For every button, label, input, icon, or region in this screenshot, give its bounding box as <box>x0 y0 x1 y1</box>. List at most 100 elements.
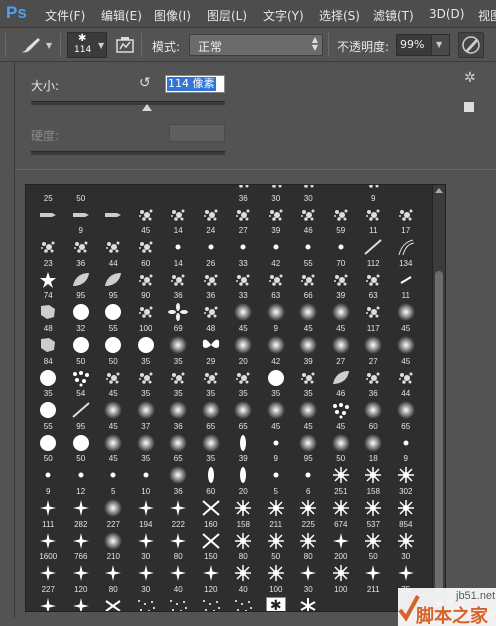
menu-view[interactable]: 视图 <box>478 7 496 24</box>
brush-tip-item[interactable]: 50 <box>65 334 98 367</box>
brush-tip-item[interactable]: 55 <box>32 399 65 432</box>
brush-tip-item[interactable]: 158 <box>357 464 390 497</box>
brush-tip-item[interactable]: 35 <box>162 334 195 367</box>
brush-tip-item[interactable]: 24 <box>195 204 228 237</box>
brush-tip-item[interactable]: 46 <box>325 367 358 400</box>
brush-tip-item[interactable]: 766 <box>65 530 98 563</box>
brush-tip-item[interactable]: 17 <box>390 204 423 237</box>
brush-tip-item[interactable]: 5 <box>260 464 293 497</box>
brush-tip-item[interactable]: 100 <box>130 301 163 334</box>
brush-tip-item[interactable]: 302 <box>390 464 423 497</box>
brush-tip-item[interactable]: 225 <box>292 497 325 530</box>
brush-tip-item[interactable]: 9 <box>260 432 293 465</box>
brush-tip-item[interactable]: 39 <box>292 334 325 367</box>
brush-tip-item[interactable]: 46 <box>292 204 325 237</box>
brush-tip-item[interactable]: 65 <box>227 399 260 432</box>
brush-tip-item[interactable]: 36 <box>65 236 98 269</box>
brush-tip-item[interactable]: 120 <box>65 562 98 595</box>
brush-tip-item[interactable]: 211 <box>260 497 293 530</box>
brush-tip-item[interactable]: 35 <box>227 367 260 400</box>
brush-tip-item[interactable]: 140 <box>195 595 228 611</box>
brush-tip-item[interactable]: 158 <box>227 497 260 530</box>
brush-tip-item[interactable]: 84 <box>32 334 65 367</box>
opacity-input[interactable]: 99% <box>396 34 432 56</box>
brush-tip-item[interactable]: 23 <box>32 236 65 269</box>
brush-tip-item[interactable]: 27 <box>325 334 358 367</box>
brush-tip-item[interactable]: 45 <box>227 301 260 334</box>
brush-tip-item[interactable]: 674 <box>325 497 358 530</box>
brush-tip-item[interactable]: 35 <box>130 334 163 367</box>
brush-tip-item[interactable]: 300 <box>130 595 163 611</box>
brush-tip-item[interactable]: 11 <box>357 204 390 237</box>
brush-tip-item[interactable]: 111 <box>32 497 65 530</box>
brush-tip-item[interactable]: 90 <box>130 269 163 302</box>
brush-tip-item[interactable]: 36 <box>162 399 195 432</box>
brush-tip-item[interactable]: 160 <box>97 595 130 611</box>
brush-tip-item[interactable]: 150 <box>195 530 228 563</box>
brush-tip-item[interactable]: 65 <box>162 432 195 465</box>
brush-tip-item[interactable]: 40 <box>227 562 260 595</box>
brush-tip-item[interactable]: 48 <box>195 301 228 334</box>
brush-tip-item[interactable]: 95 <box>292 432 325 465</box>
brush-tip-item[interactable]: 40 <box>227 595 260 611</box>
brush-tip-item[interactable]: 95 <box>65 269 98 302</box>
brush-tip-item[interactable]: 45 <box>325 301 358 334</box>
brush-tip-item[interactable]: 45 <box>260 399 293 432</box>
brush-tip-item[interactable]: 36 <box>227 185 260 204</box>
brush-tip-item[interactable]: 42 <box>260 236 293 269</box>
brush-tip-item[interactable]: 63 <box>260 269 293 302</box>
brush-tip-item[interactable]: 44 <box>97 236 130 269</box>
brush-tip-item[interactable]: 27 <box>357 334 390 367</box>
brush-tip-item[interactable]: 80 <box>162 530 195 563</box>
brush-tip-item[interactable]: 55 <box>97 301 130 334</box>
brush-panel-toggle-icon[interactable] <box>116 37 134 53</box>
brush-tip-item[interactable]: 36 <box>357 367 390 400</box>
brush-tip-item[interactable]: 70 <box>325 236 358 269</box>
brush-tip-item[interactable]: 20 <box>227 334 260 367</box>
reset-size-icon[interactable]: ↺ <box>139 75 151 91</box>
brush-tip-item[interactable]: 20 <box>227 464 260 497</box>
new-preset-icon[interactable] <box>464 102 474 112</box>
brush-tip-item[interactable]: 45 <box>292 301 325 334</box>
brush-tip-item[interactable]: 854 <box>390 497 423 530</box>
brush-tip-item[interactable]: 251 <box>325 464 358 497</box>
brush-tip-item[interactable]: 66 <box>292 269 325 302</box>
brush-tip-item[interactable]: 45 <box>97 399 130 432</box>
brush-tip-item[interactable]: 95 <box>97 269 130 302</box>
brush-tip-item[interactable]: 100 <box>260 562 293 595</box>
brush-tip-item[interactable]: 80 <box>227 530 260 563</box>
brush-tip-item[interactable]: 9 <box>65 204 98 237</box>
size-input[interactable]: 114 像素 <box>165 75 225 93</box>
brush-tip-item[interactable]: 63 <box>357 269 390 302</box>
brush-tip-item[interactable]: 9 <box>357 185 390 204</box>
brush-tip-item[interactable]: 50 <box>65 185 98 204</box>
brush-tip-item[interactable]: 45 <box>130 204 163 237</box>
menu-type[interactable]: 文字(Y) <box>263 7 304 24</box>
brush-tip-item[interactable]: 134 <box>390 236 423 269</box>
brush-tip-item[interactable]: 35 <box>260 367 293 400</box>
menu-select[interactable]: 选择(S) <box>319 7 360 24</box>
brush-tip-item[interactable]: 200 <box>325 530 358 563</box>
brush-tip-item[interactable]: 50 <box>260 530 293 563</box>
brush-tip-item[interactable]: 55 <box>292 236 325 269</box>
brush-tip-item[interactable]: 36 <box>162 464 195 497</box>
brush-tip-item[interactable]: 14 <box>162 236 195 269</box>
mode-select[interactable]: 正常 ▲ ▼ <box>189 34 323 56</box>
brush-tip-item[interactable]: 45 <box>97 367 130 400</box>
brush-tip-item[interactable] <box>97 204 130 237</box>
gear-icon[interactable]: ✲ <box>464 70 476 86</box>
brush-tip-item[interactable]: 26 <box>195 236 228 269</box>
brush-tip-item[interactable]: 500 <box>65 595 98 611</box>
brush-tip-item[interactable]: 54 <box>65 367 98 400</box>
brush-tip-item[interactable]: 50 <box>65 432 98 465</box>
brush-tool-icon[interactable] <box>18 36 42 58</box>
brush-tip-item[interactable]: 65 <box>390 399 423 432</box>
brush-tip-item[interactable]: 80 <box>97 562 130 595</box>
brush-tip-item[interactable]: 80 <box>292 530 325 563</box>
brush-tip-item[interactable]: 42 <box>260 334 293 367</box>
brush-tip-item[interactable]: 48 <box>32 301 65 334</box>
brush-tip-item[interactable]: 6 <box>292 464 325 497</box>
brush-tip-item[interactable]: 537 <box>357 497 390 530</box>
brush-tip-item[interactable]: 40 <box>162 562 195 595</box>
brush-tip-item[interactable]: 35 <box>195 432 228 465</box>
